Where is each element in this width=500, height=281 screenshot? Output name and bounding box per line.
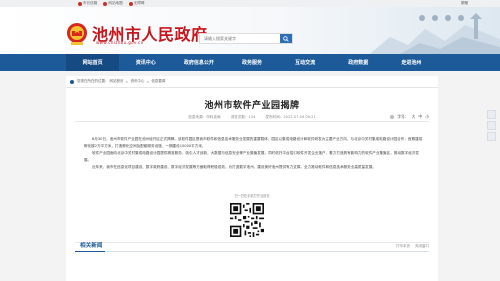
article-body: 6月30日，池州市软件产业园在池州经开区正式揭牌。该软件园区是我市软件和信息技术… [84,136,424,171]
search-icon [283,35,289,42]
accessibility-icon [128,1,133,6]
divider [66,87,438,88]
nav-item-info-disclosure[interactable]: 政府信息公开 [172,54,225,71]
font-size-medium[interactable]: 中 [418,114,422,120]
nav-item-news[interactable]: 资讯中心 [119,54,172,71]
back-to-top-icon[interactable] [487,132,496,141]
nav-item-about-chizhou[interactable]: 走进池州 [385,54,438,71]
share-icon[interactable] [390,115,395,119]
article-views: 浏览次数：124 [230,115,256,119]
nav-item-services[interactable]: 政务服务 [225,54,278,71]
top-link-mayor-mailbox[interactable]: 市长信箱 [78,1,97,6]
search-button[interactable] [280,34,292,43]
article-source: 信息来源：市科技局 [188,115,221,119]
wechat-share-icon[interactable] [487,110,496,119]
breadcrumb-home[interactable]: 网站首页 [110,79,124,84]
main-nav: 网站首页 资讯中心 政府信息公开 政务服务 互动交流 政府数据 走进池州 [0,54,500,71]
location-icon [70,79,74,84]
article-tools: 字号： 大 中 小 [390,114,429,120]
header-icons [419,15,464,21]
site-header: 池州市人民政府 www.chizhou.gov.cn [0,7,500,54]
article-paragraph: 6月30日，池州市软件产业园在池州经开区正式揭牌。该软件园区是我市软件和信息技术… [84,137,423,148]
search-box [199,33,293,44]
close-window-link[interactable]: 关闭窗口 [415,244,429,249]
weibo-share-icon[interactable] [487,121,496,130]
top-utility-bar: 市长信箱 网站地图 无障碍 繁體 [0,0,500,7]
qr-code-image [230,203,264,237]
font-size-label: 字号： [397,114,409,119]
divider [75,242,429,243]
wechat-icon[interactable] [432,15,438,21]
breadcrumb-headlines[interactable]: 信息要闻 [151,79,165,84]
mobile-icon[interactable] [445,15,451,21]
footer-actions: 打印本页 关闭窗口 [396,244,429,249]
article-paragraph: 近年来，我市在信息化项目建设、数字政府建设、数字经济发展等方面取得积极成效，为打… [92,165,376,169]
article-meta: 信息来源：市科技局 浏览次数：124 发布时间：2022-07-04 09:21 [66,115,438,120]
related-news-underline [75,251,429,252]
qr-caption: 扫一扫在手机打开当前页 [234,194,270,198]
app-icon[interactable] [458,15,464,21]
related-news-heading: 相关新闻 [80,243,103,249]
top-links: 市长信箱 网站地图 无障碍 [78,1,145,6]
top-link-sitemap[interactable]: 网站地图 [103,1,123,6]
nav-item-data[interactable]: 政府数据 [332,54,385,71]
national-emblem-icon [67,23,87,45]
top-link-accessibility[interactable]: 无障碍 [128,1,145,6]
article-title: 池州市软件产业园揭牌 [204,101,300,111]
header-decoration [370,7,500,54]
font-size-small[interactable]: 小 [425,114,429,120]
divider [75,121,429,122]
breadcrumb-news[interactable]: 资讯中心 [130,79,144,84]
print-link[interactable]: 打印本页 [396,244,410,249]
font-size-large[interactable]: 大 [412,114,416,120]
nav-item-home[interactable]: 网站首页 [66,54,120,71]
site-url: www.chizhou.gov.cn [96,40,144,45]
article-paragraph: 软件产业园面向北京中关村集成电路设计园提供精准服务，吸引人才创新，大数据与信息安… [84,151,420,162]
floating-side-tools [487,110,496,141]
traditional-chinese-link[interactable]: 繁體 [461,1,468,6]
breadcrumb-separator: > [125,79,129,84]
mail-icon [78,1,82,6]
breadcrumb-separator: > [146,79,150,84]
article-date: 发布时间：2022-07-04 09:21 [265,115,316,119]
breadcrumb-label: 您现在所在的位置： [77,79,109,83]
weibo-icon[interactable] [419,15,425,21]
sitemap-icon [103,1,108,6]
nav-item-interaction[interactable]: 互动交流 [279,54,332,71]
breadcrumb: 您现在所在的位置： 网站首页 > 资讯中心 > 信息要闻 [70,79,165,84]
search-input[interactable] [200,36,280,41]
article-container: 您现在所在的位置： 网站首页 > 资讯中心 > 信息要闻 池州市软件产业园揭牌 … [66,76,438,281]
